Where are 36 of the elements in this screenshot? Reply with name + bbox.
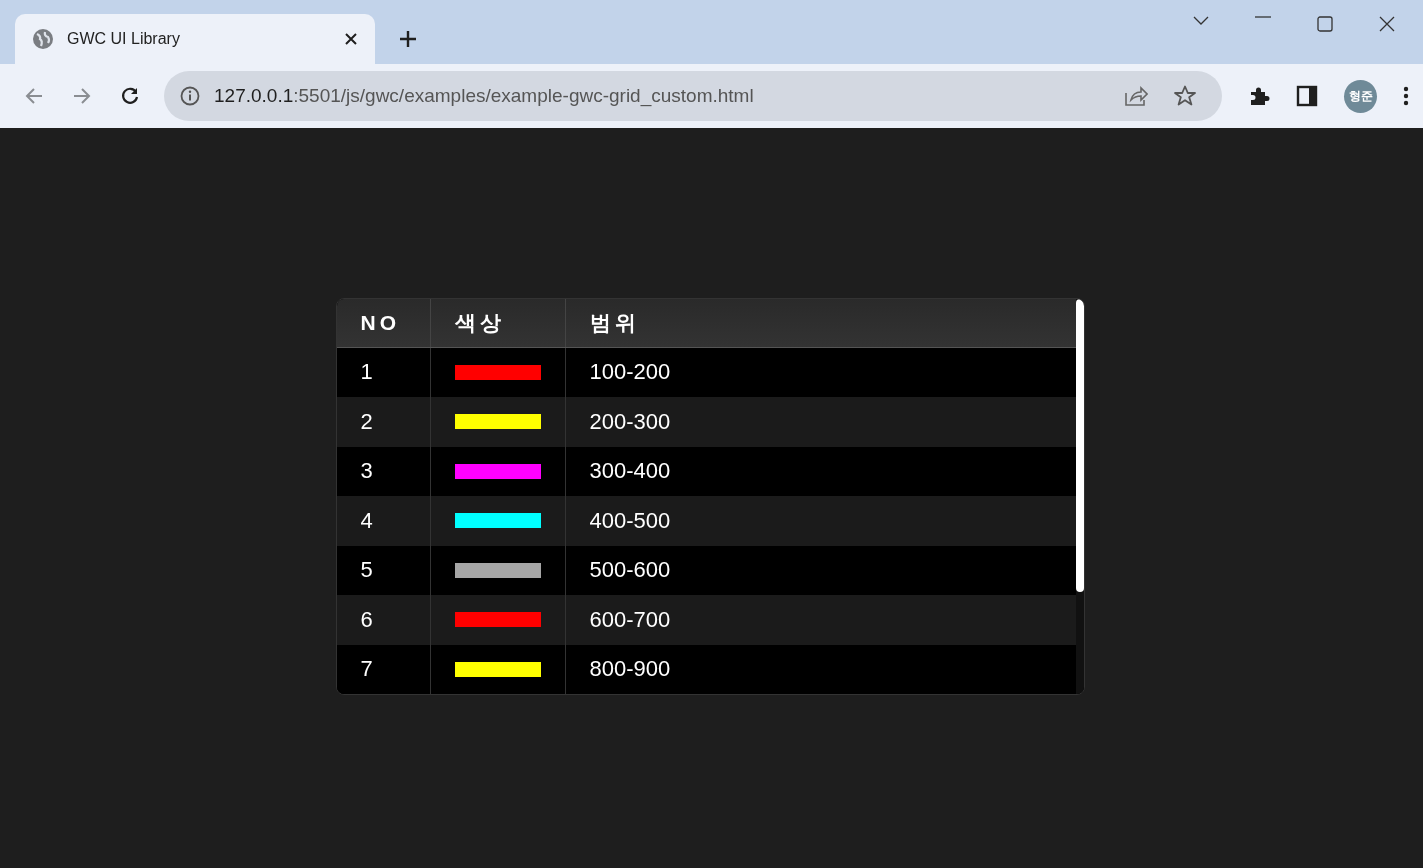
range-value: 500-600 bbox=[588, 556, 672, 585]
chevron-down-icon[interactable] bbox=[1193, 16, 1209, 26]
range-value: 400-500 bbox=[588, 506, 672, 535]
column-header[interactable]: NO bbox=[336, 299, 431, 347]
browser-tab[interactable]: GWC UI Library bbox=[15, 14, 375, 64]
side-panel-icon[interactable] bbox=[1296, 85, 1318, 107]
column-header[interactable]: 색상 bbox=[430, 299, 566, 347]
row-number: 7 bbox=[336, 644, 431, 694]
row-number: 2 bbox=[336, 397, 431, 447]
reload-icon[interactable] bbox=[120, 86, 140, 106]
share-icon[interactable] bbox=[1124, 85, 1148, 107]
column-header[interactable]: 범위 bbox=[565, 299, 1076, 347]
range-value: 200-300 bbox=[588, 407, 672, 436]
url-host: 127.0.0.1 bbox=[214, 85, 294, 106]
globe-icon bbox=[33, 29, 53, 49]
row-number: 6 bbox=[336, 595, 431, 645]
info-icon[interactable] bbox=[180, 86, 200, 106]
range-value: 600-700 bbox=[588, 605, 672, 634]
close-icon[interactable] bbox=[345, 33, 357, 45]
close-icon[interactable] bbox=[1379, 16, 1395, 32]
forward-arrow-icon[interactable] bbox=[72, 86, 92, 106]
profile-avatar[interactable]: 형준 bbox=[1344, 79, 1377, 113]
menu-icon[interactable] bbox=[1403, 85, 1409, 107]
puzzle-piece-icon[interactable] bbox=[1248, 85, 1270, 107]
scrollbar-thumb[interactable] bbox=[1075, 299, 1084, 592]
back-arrow-icon[interactable] bbox=[24, 86, 44, 106]
star-icon[interactable] bbox=[1174, 85, 1196, 107]
maximize-icon[interactable] bbox=[1317, 16, 1333, 32]
plus-icon[interactable] bbox=[399, 30, 417, 48]
range-value: 300-400 bbox=[588, 457, 672, 486]
range-value: 100-200 bbox=[588, 358, 672, 387]
address-bar[interactable]: 127.0.0.1:5501/js/gwc/examples/example-gwc-grid_custom.html bbox=[164, 71, 1222, 121]
url-path: :5501/js/gwc/examples/example-gwc-grid_custom.html bbox=[293, 85, 754, 106]
tab-title: GWC UI Library bbox=[67, 30, 181, 48]
range-value: 800-900 bbox=[588, 655, 672, 684]
row-number: 4 bbox=[336, 496, 431, 546]
